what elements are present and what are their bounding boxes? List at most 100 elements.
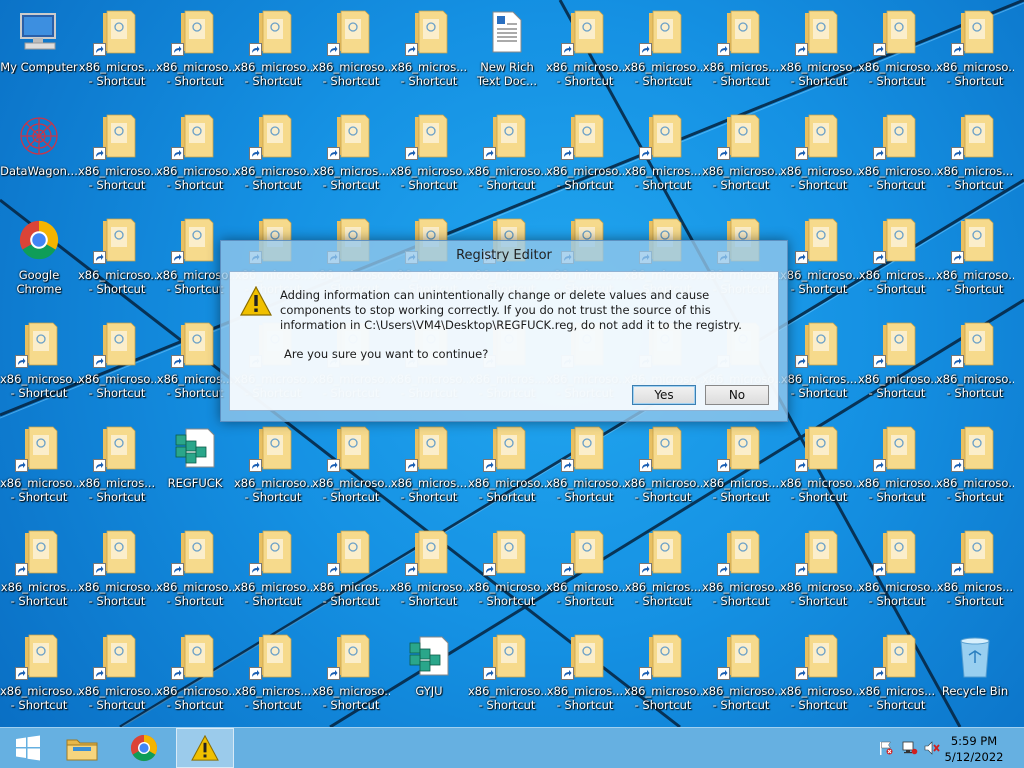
desktop-icon-shortcut[interactable]: x86_microso... - Shortcut (312, 628, 390, 727)
desktop-icon-shortcut[interactable]: x86_microso... - Shortcut (156, 108, 234, 208)
action-center-flag-icon[interactable] (878, 741, 894, 755)
desktop-icon-shortcut[interactable]: x86_microso... - Shortcut (0, 316, 78, 416)
desktop-icon-shortcut[interactable]: x86_microso... - Shortcut (312, 4, 390, 104)
desktop-icon-shortcut[interactable]: x86_microso... - Shortcut (78, 108, 156, 208)
desktop-icon-shortcut[interactable]: x86_microso... - Shortcut (390, 524, 468, 624)
desktop-icon-shortcut[interactable]: x86_micros... - Shortcut (390, 420, 468, 520)
icon-label: x86_microso... - Shortcut (936, 60, 1014, 88)
desktop-icon-shortcut[interactable]: x86_micros... - Shortcut (312, 108, 390, 208)
desktop-icon-recycle-bin[interactable]: Recycle Bin (936, 628, 1014, 727)
desktop-icon-shortcut[interactable]: x86_microso... - Shortcut (546, 524, 624, 624)
desktop-icon-my-computer[interactable]: My Computer (0, 4, 78, 104)
desktop-icon-shortcut[interactable]: x86_microso... - Shortcut (858, 4, 936, 104)
desktop-icon-shortcut[interactable]: x86_microso... - Shortcut (624, 628, 702, 727)
desktop-icon-shortcut[interactable]: x86_microso... - Shortcut (234, 524, 312, 624)
no-button[interactable]: No (705, 385, 769, 405)
desktop-icon-shortcut[interactable]: x86_microso... - Shortcut (780, 212, 858, 312)
desktop-icon-shortcut[interactable]: x86_microso... - Shortcut (936, 420, 1014, 520)
desktop-icon-shortcut[interactable]: x86_micros... - Shortcut (546, 628, 624, 727)
icon-label: x86_micros... - Shortcut (624, 164, 702, 192)
start-button[interactable] (0, 728, 56, 768)
desktop-icon-shortcut[interactable]: x86_microso... - Shortcut (78, 316, 156, 416)
desktop-icon-shortcut[interactable]: x86_micros... - Shortcut (780, 316, 858, 416)
desktop-icon-shortcut[interactable]: x86_microso... - Shortcut (780, 108, 858, 208)
desktop-icon-shortcut[interactable]: x86_microso... - Shortcut (546, 108, 624, 208)
folder-icon (93, 216, 141, 264)
desktop-icon-shortcut[interactable]: x86_micros... - Shortcut (936, 108, 1014, 208)
desktop-icon-shortcut[interactable]: x86_microso... - Shortcut (78, 524, 156, 624)
file-explorer-taskbar-button[interactable] (54, 728, 110, 768)
desktop-icon-new-rich-text[interactable]: New Rich Text Doc... (468, 4, 546, 104)
desktop-icon-shortcut[interactable]: x86_micros... - Shortcut (858, 628, 936, 727)
desktop-icon-shortcut[interactable]: x86_microso... - Shortcut (858, 420, 936, 520)
desktop-icon-shortcut[interactable]: x86_microso... - Shortcut (780, 420, 858, 520)
desktop-icon-shortcut[interactable]: x86_micros... - Shortcut (78, 4, 156, 104)
desktop-icon-shortcut[interactable]: x86_micros... - Shortcut (234, 628, 312, 727)
volume-muted-icon[interactable] (924, 741, 940, 755)
folder-icon (249, 424, 297, 472)
desktop-icon-shortcut[interactable]: x86_micros... - Shortcut (390, 4, 468, 104)
yes-button[interactable]: Yes (632, 385, 696, 405)
clock-time[interactable]: 5:59 PM (944, 734, 1004, 748)
chrome-taskbar-button[interactable] (116, 728, 172, 768)
icon-label: x86_microso... - Shortcut (780, 164, 858, 192)
network-icon[interactable] (902, 741, 918, 755)
desktop-icon-shortcut[interactable]: x86_microso... - Shortcut (624, 4, 702, 104)
folder-icon (15, 424, 63, 472)
desktop-icon-shortcut[interactable]: x86_micros... - Shortcut (624, 108, 702, 208)
desktop-icon-shortcut[interactable]: x86_micros... - Shortcut (702, 4, 780, 104)
desktop-icon-shortcut[interactable]: x86_microso... - Shortcut (936, 316, 1014, 416)
desktop-icon-shortcut[interactable]: x86_microso... - Shortcut (78, 212, 156, 312)
desktop-icon-shortcut[interactable]: x86_microso... - Shortcut (468, 108, 546, 208)
folder-icon (249, 8, 297, 56)
desktop-icon-shortcut[interactable]: x86_micros... - Shortcut (858, 212, 936, 312)
desktop-icon-shortcut[interactable]: x86_microso... - Shortcut (780, 4, 858, 104)
desktop-icon-shortcut[interactable]: x86_microso... - Shortcut (156, 628, 234, 727)
desktop-icon-shortcut[interactable]: x86_microso... - Shortcut (780, 628, 858, 727)
desktop-icon-shortcut[interactable]: x86_micros... - Shortcut (624, 524, 702, 624)
desktop-icon-shortcut[interactable]: x86_microso... - Shortcut (858, 524, 936, 624)
desktop-icon-shortcut[interactable]: x86_microso... - Shortcut (234, 4, 312, 104)
clock-date[interactable]: 5/12/2022 (944, 750, 1004, 764)
shortcut-arrow-icon (171, 563, 184, 576)
desktop-icon-google-chrome[interactable]: Google Chrome (0, 212, 78, 312)
desktop-icon-shortcut[interactable]: x86_microso... - Shortcut (390, 108, 468, 208)
desktop-icon-shortcut[interactable]: x86_microso... - Shortcut (858, 316, 936, 416)
desktop-icon-gyju[interactable]: GYJU (390, 628, 468, 727)
desktop-icon-shortcut[interactable]: x86_microso... - Shortcut (546, 4, 624, 104)
desktop-icon-datawagon[interactable]: DataWagon... (0, 108, 78, 208)
desktop-icon-shortcut[interactable]: x86_microso... - Shortcut (0, 628, 78, 727)
desktop-icon-shortcut[interactable]: x86_microso... - Shortcut (780, 524, 858, 624)
desktop-icon-shortcut[interactable]: x86_microso... - Shortcut (468, 420, 546, 520)
icon-label: x86_micros... - Shortcut (780, 372, 858, 400)
icon-label: x86_micros... - Shortcut (78, 476, 156, 504)
desktop-icon-shortcut[interactable]: x86_microso... - Shortcut (936, 4, 1014, 104)
folder-icon (717, 8, 765, 56)
desktop-icon-shortcut[interactable]: x86_microso... - Shortcut (156, 4, 234, 104)
shortcut-arrow-icon (873, 147, 886, 160)
registry-warning-taskbar-button[interactable] (176, 728, 234, 768)
desktop-icon-shortcut[interactable]: x86_microso... - Shortcut (702, 108, 780, 208)
desktop-icon-shortcut[interactable]: x86_microso... - Shortcut (78, 628, 156, 727)
desktop-icon-shortcut[interactable]: x86_microso... - Shortcut (702, 628, 780, 727)
desktop-icon-shortcut[interactable]: x86_microso... - Shortcut (936, 212, 1014, 312)
desktop-icon-shortcut[interactable]: x86_microso... - Shortcut (624, 420, 702, 520)
shortcut-arrow-icon (795, 147, 808, 160)
desktop-icon-regfuck[interactable]: REGFUCK (156, 420, 234, 520)
desktop-icon-shortcut[interactable]: x86_microso... - Shortcut (546, 420, 624, 520)
desktop-icon-shortcut[interactable]: x86_micros... - Shortcut (936, 524, 1014, 624)
desktop-icon-shortcut[interactable]: x86_micros... - Shortcut (702, 420, 780, 520)
icon-label: DataWagon... (0, 164, 78, 178)
desktop-icon-shortcut[interactable]: x86_microso... - Shortcut (156, 524, 234, 624)
desktop-icon-shortcut[interactable]: x86_microso... - Shortcut (234, 108, 312, 208)
desktop-icon-shortcut[interactable]: x86_micros... - Shortcut (78, 420, 156, 520)
desktop-icon-shortcut[interactable]: x86_microso... - Shortcut (858, 108, 936, 208)
desktop-icon-shortcut[interactable]: x86_microso... - Shortcut (468, 524, 546, 624)
desktop-icon-shortcut[interactable]: x86_microso... - Shortcut (702, 524, 780, 624)
desktop-icon-shortcut[interactable]: x86_microso... - Shortcut (234, 420, 312, 520)
desktop-icon-shortcut[interactable]: x86_micros... - Shortcut (312, 524, 390, 624)
desktop-icon-shortcut[interactable]: x86_microso... - Shortcut (0, 420, 78, 520)
desktop-icon-shortcut[interactable]: x86_microso... - Shortcut (312, 420, 390, 520)
desktop-icon-shortcut[interactable]: x86_micros... - Shortcut (0, 524, 78, 624)
desktop-icon-shortcut[interactable]: x86_microso... - Shortcut (468, 628, 546, 727)
